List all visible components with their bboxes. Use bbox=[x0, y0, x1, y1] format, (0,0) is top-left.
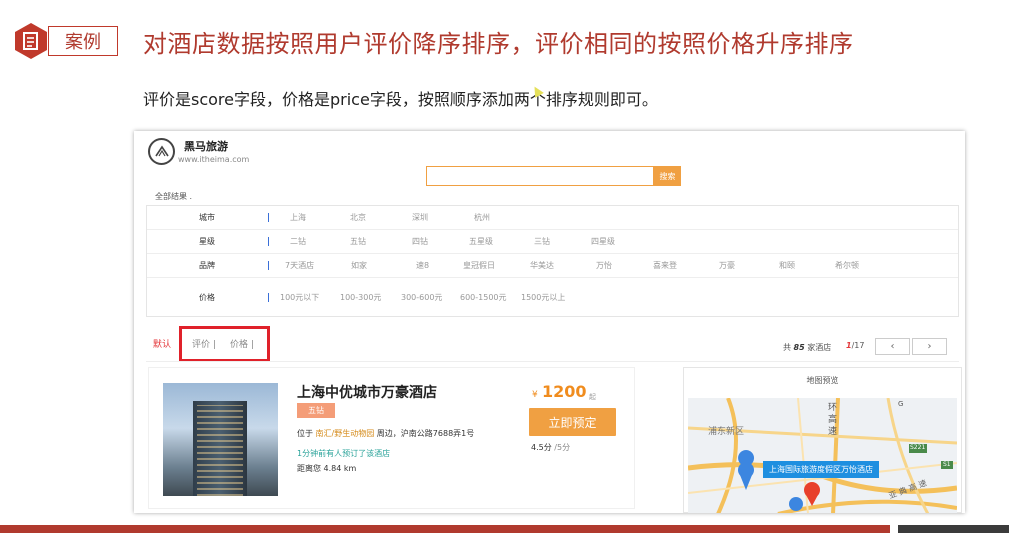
hotel-tower-graphic bbox=[193, 401, 247, 496]
highlight-frame bbox=[179, 326, 270, 362]
divider bbox=[146, 361, 959, 362]
filter-option[interactable]: 华美达 bbox=[530, 260, 554, 271]
filter-option[interactable]: 7天酒店 bbox=[285, 260, 314, 271]
filter-option[interactable]: 100-300元 bbox=[340, 292, 381, 303]
all-results-label: 全部结果 . bbox=[155, 192, 193, 201]
hotel-image[interactable] bbox=[163, 383, 278, 496]
filter-row-brand: 品牌 7天酒店 如家 速8 皇冠假日 华美达 万怡 喜来登 万豪 和颐 希尔顿 bbox=[147, 254, 958, 278]
filter-option[interactable]: 速8 bbox=[416, 260, 429, 271]
search-input[interactable] bbox=[426, 166, 654, 186]
star-badge: 五钻 bbox=[297, 403, 335, 418]
book-now-button[interactable]: 立即预定 bbox=[529, 408, 616, 436]
filter-option[interactable]: 四钻 bbox=[412, 236, 428, 247]
page-indicator: 1/17 bbox=[846, 341, 864, 350]
map-preview: 地图预览 浦东新区 环 高 速 亚 典 高 速 S221 S1 G 上海国际旅游… bbox=[683, 367, 962, 513]
filter-option[interactable]: 如家 bbox=[351, 260, 367, 271]
filter-option[interactable]: 上海 bbox=[290, 212, 306, 223]
filter-option[interactable]: 万怡 bbox=[596, 260, 612, 271]
filter-key: 品牌 bbox=[199, 261, 215, 270]
filter-option[interactable]: 和颐 bbox=[779, 260, 795, 271]
hotel-address: 位于 南汇/野生动物园 周边，沪南公路7688弄1号 bbox=[297, 428, 474, 439]
filter-row-price: 价格 100元以下 100-300元 300-600元 600-1500元 15… bbox=[147, 278, 958, 316]
document-icon bbox=[15, 23, 47, 59]
filter-option[interactable]: 深圳 bbox=[412, 212, 428, 223]
filter-row-city: 城市 上海 北京 深圳 杭州 bbox=[147, 206, 958, 230]
next-page-button[interactable]: › bbox=[912, 338, 947, 355]
score-value: 4.5分 bbox=[531, 443, 552, 452]
filter-option[interactable]: 北京 bbox=[350, 212, 366, 223]
filter-option[interactable]: 希尔顿 bbox=[835, 260, 859, 271]
highway-shield: G bbox=[898, 400, 904, 408]
slide-title: 对酒店数据按照用户评价降序排序，评价相同的按照价格升序排序 bbox=[143, 30, 854, 58]
filter-option[interactable]: 杭州 bbox=[474, 212, 490, 223]
result-count-number: 85 bbox=[793, 343, 805, 352]
filter-divider bbox=[268, 237, 269, 246]
filter-divider bbox=[268, 292, 269, 302]
filter-option[interactable]: 皇冠假日 bbox=[463, 260, 495, 271]
filter-key: 价格 bbox=[199, 292, 215, 302]
page-total: /17 bbox=[851, 341, 865, 350]
map-district: 浦东新区 bbox=[708, 427, 745, 437]
map-title: 地图预览 bbox=[806, 376, 839, 385]
recent-booking-note: 1分钟前有人预订了该酒店 bbox=[297, 449, 391, 458]
filter-key: 星级 bbox=[199, 237, 215, 246]
filter-divider bbox=[268, 213, 269, 222]
site-logo-url: www.itheima.com bbox=[178, 155, 250, 164]
hotel-name[interactable]: 上海中优城市万豪酒店 bbox=[297, 382, 437, 402]
case-tag: 案例 bbox=[48, 26, 118, 56]
filter-option[interactable]: 1500元以上 bbox=[521, 292, 565, 303]
filter-divider bbox=[268, 261, 269, 270]
hotel-distance: 距离您 4.84 km bbox=[297, 464, 357, 473]
slide-subtitle: 评价是score字段，价格是price字段，按照顺序添加两个排序规则即可。 bbox=[143, 90, 658, 109]
filter-option[interactable]: 100元以下 bbox=[280, 292, 319, 303]
filter-option[interactable]: 600-1500元 bbox=[460, 292, 507, 303]
highway-shield: S1 bbox=[943, 461, 951, 468]
hotel-card[interactable]: 上海中优城市万豪酒店 五钻 位于 南汇/野生动物园 周边，沪南公路7688弄1号… bbox=[148, 367, 635, 509]
prev-page-button[interactable]: ‹ bbox=[875, 338, 910, 355]
address-prefix: 位于 bbox=[297, 429, 313, 438]
hotel-price: 1200 bbox=[542, 382, 587, 401]
footer-bar bbox=[0, 525, 890, 533]
filter-option[interactable]: 三钻 bbox=[534, 236, 550, 247]
highway-shield: S221 bbox=[910, 444, 926, 451]
footer-bar-dark bbox=[898, 525, 1009, 533]
map-roads bbox=[688, 398, 957, 513]
result-count-suffix: 家酒店 bbox=[807, 343, 832, 352]
map-canvas[interactable]: 浦东新区 环 高 速 亚 典 高 速 S221 S1 G 上海国际旅游度假区万怡… bbox=[688, 398, 957, 513]
hotel-search-page: 黑马旅游 www.itheima.com 搜索 全部结果 . 城市 上海 北京 … bbox=[134, 131, 965, 513]
filter-option[interactable]: 喜来登 bbox=[653, 260, 677, 271]
slide: 案例 对酒店数据按照用户评价降序排序，评价相同的按照价格升序排序 评价是scor… bbox=[0, 0, 1009, 533]
address-area: 南汇/野生动物园 bbox=[315, 429, 375, 438]
filter-option[interactable]: 300-600元 bbox=[401, 292, 442, 303]
filter-option[interactable]: 万豪 bbox=[719, 260, 735, 271]
search-button[interactable]: 搜索 bbox=[654, 166, 681, 186]
filter-panel: 城市 上海 北京 深圳 杭州 星级 二钻 五钻 四钻 五星级 三钻 四星级 品牌 bbox=[146, 205, 959, 317]
map-road-label: 速 bbox=[828, 427, 838, 437]
filter-option[interactable]: 五钻 bbox=[350, 236, 366, 247]
score-max: /5分 bbox=[554, 443, 571, 452]
price-symbol: ¥ bbox=[532, 390, 538, 400]
price-unit: 起 bbox=[589, 393, 596, 401]
sort-default[interactable]: 默认 bbox=[153, 337, 171, 350]
filter-option[interactable]: 五星级 bbox=[469, 236, 493, 247]
filter-option[interactable]: 四星级 bbox=[591, 236, 615, 247]
map-marker-popup[interactable]: 上海国际旅游度假区万怡酒店 bbox=[763, 461, 879, 478]
filter-row-star: 星级 二钻 五钻 四钻 五星级 三钻 四星级 bbox=[147, 230, 958, 254]
result-count-prefix: 共 bbox=[783, 343, 791, 352]
hotel-score: 4.5分 /5分 bbox=[531, 442, 570, 453]
address-detail: 周边，沪南公路7688弄1号 bbox=[376, 429, 475, 438]
logo-icon bbox=[148, 138, 175, 165]
filter-key: 城市 bbox=[199, 213, 215, 222]
site-logo-name: 黑马旅游 bbox=[184, 140, 228, 153]
result-count: 共 85 家酒店 bbox=[783, 342, 831, 353]
filter-option[interactable]: 二钻 bbox=[290, 236, 306, 247]
